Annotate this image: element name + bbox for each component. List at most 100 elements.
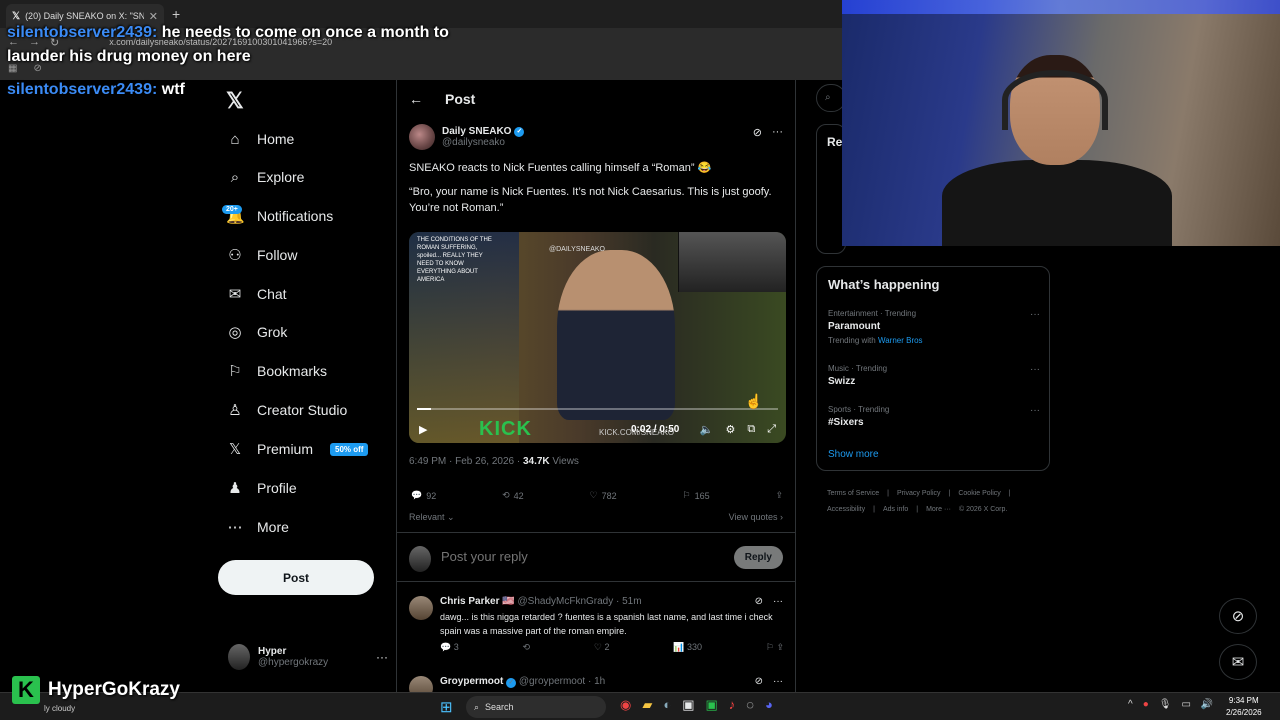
volume-icon[interactable]: 🔈	[700, 423, 714, 436]
trend-with-link[interactable]: Warner Bros	[878, 336, 923, 345]
back-arrow-icon[interactable]: ←	[409, 91, 423, 107]
grok-icon[interactable]: ⊘	[755, 596, 763, 607]
author-name[interactable]: Daily SNEAKO ✓	[442, 126, 525, 137]
post-text-line: SNEAKO reacts to Nick Fuentes calling hi…	[409, 162, 712, 174]
more-icon[interactable]: ···	[1030, 309, 1040, 320]
account-switcher[interactable]: Hyper @hypergokrazy ···	[228, 644, 388, 670]
sidebar-item-grok[interactable]: ◎ Grok	[226, 320, 287, 344]
reply-action[interactable]: 💬 92	[411, 490, 436, 501]
windows-start-icon[interactable]: ⊞	[440, 698, 453, 716]
reply-action[interactable]: 💬 3	[440, 642, 459, 653]
reply-author-name[interactable]: Chris Parker 🇺🇸	[440, 596, 515, 607]
chrome-icon[interactable]: ◉	[620, 697, 631, 713]
grok-icon[interactable]: ⊘	[755, 676, 763, 687]
pip-icon[interactable]: ⧉	[747, 423, 755, 436]
trend-item[interactable]: Entertainment · Trending Paramount Trend…	[828, 309, 1040, 345]
sidebar-item-premium[interactable]: 𝕏 Premium 50% off	[226, 437, 369, 461]
avatar[interactable]	[409, 596, 433, 620]
reply-input[interactable]	[441, 549, 701, 564]
play-icon[interactable]: ▶	[419, 423, 427, 436]
post-author[interactable]: Daily SNEAKO ✓ @dailysneako	[409, 124, 525, 150]
trend-name: Swizz	[828, 376, 856, 387]
sidebar: 𝕏 ⌂ Home ⌕ Explore 🔔 Notifications ⚇ Fol…	[218, 80, 396, 692]
clock[interactable]: 9:34 PM 2/26/2026	[1226, 695, 1262, 719]
repost-action[interactable]: ⟲ 42	[502, 490, 524, 501]
show-more-link[interactable]: Show more	[828, 449, 879, 460]
bookmark-action[interactable]: ⚐ ⇪	[766, 642, 784, 653]
settings-icon[interactable]: ⚙	[725, 423, 735, 436]
folder-icon[interactable]: ▰	[642, 697, 652, 713]
sidebar-item-notifications[interactable]: 🔔 Notifications	[226, 204, 333, 228]
like-action[interactable]: ♡ 2	[594, 642, 610, 653]
view-quotes-link[interactable]: View quotes ›	[729, 512, 783, 522]
network-icon[interactable]: ▭	[1181, 699, 1190, 710]
app-icon[interactable]: ▣	[682, 697, 694, 713]
app-icon[interactable]: ◌	[746, 697, 754, 713]
video-progress-bar[interactable]	[417, 408, 778, 410]
grok-float-icon[interactable]: ⊘	[1219, 598, 1257, 634]
more-icon[interactable]: ···	[1030, 405, 1040, 416]
sidebar-item-label: More	[257, 519, 289, 535]
grok-icon[interactable]: ⊘	[753, 126, 762, 139]
sort-replies-dropdown[interactable]: Relevant ⌄	[409, 512, 455, 523]
reply-text: dawg... is this nigga retarded ? fuentes…	[440, 612, 773, 636]
footer-link[interactable]: Ads info	[883, 506, 908, 513]
fullscreen-icon[interactable]: ⤢	[767, 423, 776, 436]
footer-link[interactable]: Terms of Service	[827, 490, 879, 497]
share-action[interactable]: ⇪	[775, 490, 783, 501]
like-action[interactable]: ♡ 782	[590, 490, 617, 501]
trend-name: Paramount	[828, 321, 881, 332]
chevron-up-icon[interactable]: ^	[1128, 699, 1133, 710]
footer-divider: |	[916, 506, 919, 513]
more-icon[interactable]: ···	[773, 676, 783, 687]
app-icon[interactable]: ▣	[706, 697, 718, 713]
trend-item[interactable]: Sports · Trending #Sixers ···	[828, 405, 1040, 428]
more-icon[interactable]: ···	[376, 650, 388, 664]
views-action[interactable]: 📊 330	[673, 642, 702, 653]
reply-author-name[interactable]: Groypermoot	[440, 676, 503, 687]
panel-title: What’s happening	[828, 277, 940, 292]
sidebar-item-home[interactable]: ⌂ Home	[226, 127, 294, 151]
reply-button[interactable]: Reply	[733, 546, 783, 569]
bookmark-action[interactable]: ⚐ 165	[682, 490, 709, 501]
footer-link[interactable]: Accessibility	[827, 506, 865, 513]
reply-composer: Reply	[397, 532, 795, 582]
discord-icon[interactable]: ◕	[765, 697, 773, 713]
chat-message: silentobserver2439: wtf	[7, 78, 185, 101]
volume-icon[interactable]: 🔊	[1201, 699, 1213, 710]
sidebar-item-bookmarks[interactable]: ⚐ Bookmarks	[226, 359, 327, 383]
avatar[interactable]	[409, 676, 433, 692]
footer-link[interactable]: Privacy Policy	[897, 490, 941, 497]
footer-link[interactable]: More ···	[926, 506, 951, 513]
sidebar-item-profile[interactable]: ♟ Profile	[226, 476, 296, 500]
more-icon[interactable]: ···	[772, 126, 783, 139]
post-button[interactable]: Post	[218, 560, 374, 595]
x-logo-icon[interactable]: 𝕏	[226, 88, 244, 114]
new-tab-button[interactable]: +	[172, 6, 180, 22]
sidebar-item-explore[interactable]: ⌕ Explore	[226, 165, 305, 189]
avatar[interactable]	[409, 124, 435, 150]
taskbar-search[interactable]: ⌕ Search	[466, 696, 606, 718]
sidebar-item-chat[interactable]: ✉ Chat	[226, 282, 287, 306]
steam-icon[interactable]: ◐	[663, 697, 671, 713]
more-icon[interactable]: ···	[773, 596, 783, 607]
reply-author: Groypermoot ✓ @groypermoot · 1h	[440, 676, 605, 688]
music-icon[interactable]: ♪	[729, 697, 736, 713]
mic-icon[interactable]: 🎙	[1159, 699, 1172, 710]
post-timestamp[interactable]: 6:49 PM · Feb 26, 2026 ·	[409, 456, 523, 467]
trend-item[interactable]: Music · Trending Swizz ···	[828, 364, 1040, 387]
messages-float-icon[interactable]: ✉	[1219, 644, 1257, 680]
search-icon: ⌕	[825, 92, 831, 103]
video-player[interactable]: THE CONDITIONS OF THE ROMAN SUFFERING, s…	[409, 232, 786, 443]
more-icon[interactable]: ···	[1030, 364, 1040, 375]
repost-action[interactable]: ⟲	[523, 642, 531, 653]
comment-icon: 💬	[440, 642, 452, 652]
footer-link[interactable]: Cookie Policy	[958, 490, 1000, 497]
share-icon[interactable]: ⇪	[776, 642, 784, 652]
trend-with: Trending with Warner Bros	[828, 336, 1040, 345]
tray-app-icon[interactable]: ●	[1143, 699, 1149, 710]
sidebar-item-creator-studio[interactable]: ♙ Creator Studio	[226, 398, 347, 422]
sidebar-item-more[interactable]: ⋯ More	[226, 515, 289, 539]
sidebar-item-follow[interactable]: ⚇ Follow	[226, 243, 297, 267]
view-count: 34.7K	[522, 456, 550, 467]
